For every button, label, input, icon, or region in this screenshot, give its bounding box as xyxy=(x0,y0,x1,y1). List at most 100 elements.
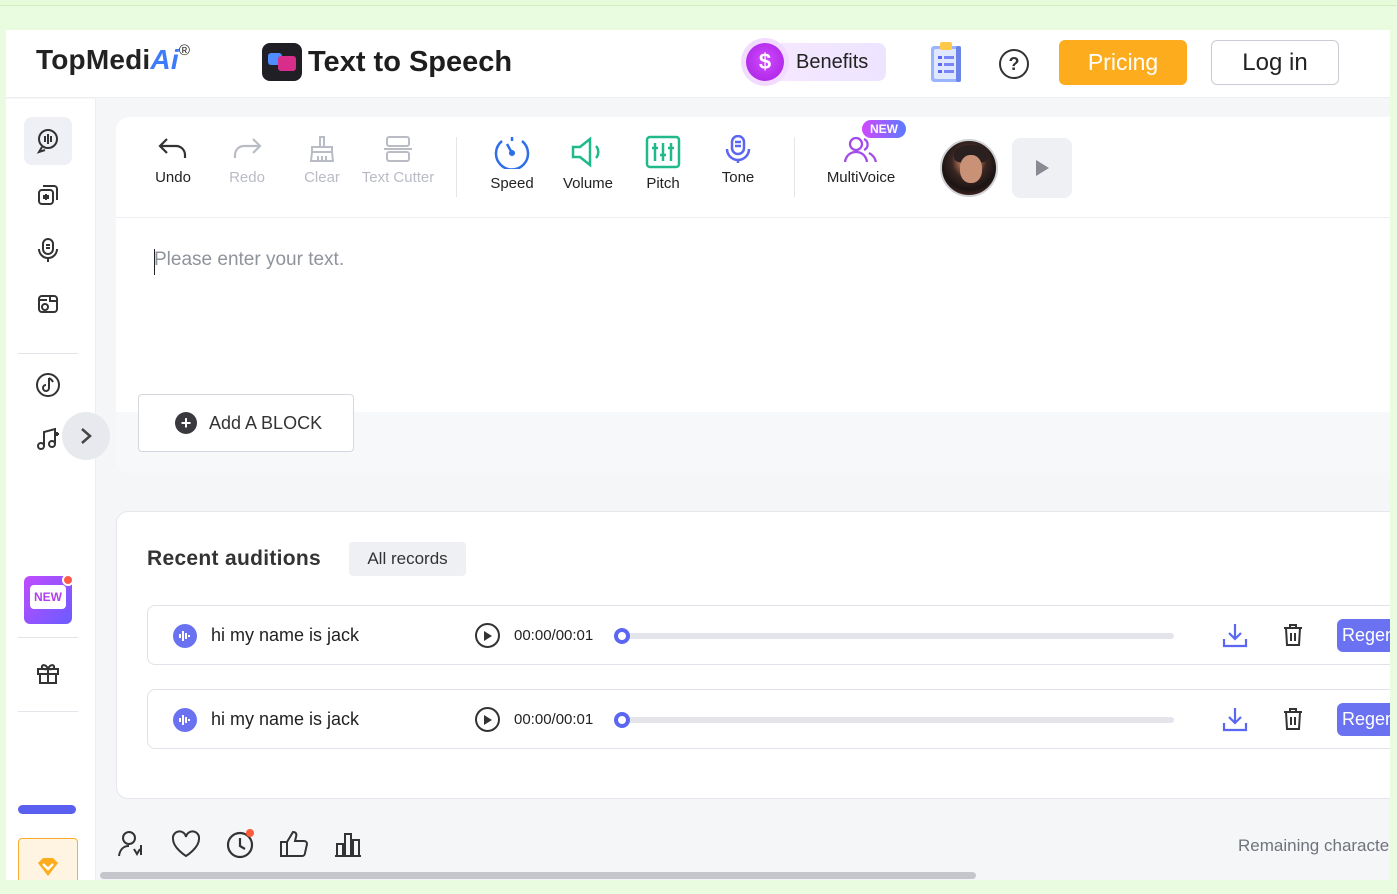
app-window: TopMediAi® Text to Speech $ Benefits ? P… xyxy=(6,30,1390,880)
notification-dot xyxy=(62,574,74,586)
clipboard-icon[interactable] xyxy=(928,40,964,84)
all-records-button[interactable]: All records xyxy=(349,542,466,576)
plus-icon: + xyxy=(175,412,197,434)
add-block-button[interactable]: + Add A BLOCK xyxy=(138,394,354,452)
audio-progress-handle[interactable] xyxy=(614,628,630,644)
logo-text: TopMedi xyxy=(36,44,151,75)
dollar-icon: $ xyxy=(746,43,784,81)
recent-auditions-title: Recent auditions xyxy=(147,547,321,570)
clear-label: Clear xyxy=(304,169,340,186)
play-audio-button[interactable] xyxy=(475,623,500,648)
text-input-area[interactable]: Please enter your text. xyxy=(116,218,1390,412)
regenerate-button[interactable]: Regenerate xyxy=(1337,703,1390,736)
sidebar-voice-changer-icon[interactable] xyxy=(24,171,72,219)
volume-button[interactable]: Volume xyxy=(556,135,620,192)
redo-label: Redo xyxy=(229,169,265,186)
equalizer-icon xyxy=(645,135,681,169)
download-icon[interactable] xyxy=(1221,621,1249,649)
voice-clone-icon[interactable] xyxy=(116,828,148,860)
benefits-button[interactable]: $ Benefits xyxy=(746,43,886,81)
trash-icon[interactable] xyxy=(1282,623,1304,647)
remaining-characters: Remaining characters xyxy=(1238,836,1390,855)
diamond-icon xyxy=(38,858,58,876)
play-icon xyxy=(1036,160,1049,176)
speed-button[interactable]: Speed xyxy=(480,135,544,192)
sidebar-microphone-icon[interactable] xyxy=(24,226,72,274)
heart-icon[interactable] xyxy=(170,828,202,860)
play-audio-button[interactable] xyxy=(475,707,500,732)
text-cutter-label: Text Cutter xyxy=(361,169,435,186)
speedometer-icon xyxy=(494,137,530,169)
expand-sidebar-button[interactable] xyxy=(62,412,110,460)
text-to-speech-icon xyxy=(262,43,302,81)
sidebar-divider xyxy=(18,637,78,638)
clear-button[interactable]: Clear xyxy=(290,135,354,186)
text-cutter-icon xyxy=(384,136,412,162)
undo-button[interactable]: Undo xyxy=(141,135,205,186)
preview-play-button[interactable] xyxy=(1012,138,1072,198)
brand-logo[interactable]: TopMediAi® xyxy=(36,41,191,76)
registered-mark: ® xyxy=(178,41,191,59)
play-icon xyxy=(483,714,492,725)
bar-chart-icon[interactable] xyxy=(332,828,364,860)
audition-row: hi my name is jack 00:00/00:01 Regenerat… xyxy=(147,689,1390,749)
download-icon[interactable] xyxy=(1221,705,1249,733)
tone-button[interactable]: Tone xyxy=(706,135,770,186)
tone-label: Tone xyxy=(721,169,755,186)
trash-icon[interactable] xyxy=(1282,707,1304,731)
footer-toolbar xyxy=(116,827,364,861)
audio-progress-track[interactable] xyxy=(618,633,1174,639)
notification-dot xyxy=(246,829,254,837)
pitch-label: Pitch xyxy=(646,175,680,192)
sidebar-image-edit-icon[interactable] xyxy=(24,280,72,328)
multi-user-icon xyxy=(844,136,878,163)
audio-progress-handle[interactable] xyxy=(614,712,630,728)
benefits-label: Benefits xyxy=(796,50,869,73)
editor-toolbar: Undo Redo Clear Text Cutter Speed Volume… xyxy=(116,117,1390,218)
text-caret xyxy=(154,249,155,275)
audio-time: 00:00/00:01 xyxy=(514,627,594,644)
history-icon[interactable] xyxy=(224,828,256,860)
pitch-button[interactable]: Pitch xyxy=(631,135,695,192)
page-title-label: Text to Speech xyxy=(308,45,513,78)
sidebar-tts-icon[interactable] xyxy=(24,117,72,165)
multivoice-button[interactable]: MultiVoice xyxy=(827,135,895,186)
redo-button[interactable]: Redo xyxy=(215,135,279,186)
sidebar-divider xyxy=(18,711,78,712)
audio-progress-track[interactable] xyxy=(618,717,1174,723)
undo-icon xyxy=(158,138,187,158)
chevron-right-icon xyxy=(81,428,92,444)
audition-text: hi my name is jack xyxy=(211,709,360,729)
text-cutter-button[interactable]: Text Cutter xyxy=(362,135,434,186)
regenerate-button[interactable]: Regenerate xyxy=(1337,619,1390,652)
undo-label: Undo xyxy=(155,169,191,186)
logo-ai-text: Ai xyxy=(150,44,179,75)
new-feature-badge[interactable]: NEW xyxy=(24,574,74,624)
page-title: Text to Speech xyxy=(262,43,513,81)
play-icon xyxy=(483,630,492,641)
sidebar-music-note-icon[interactable] xyxy=(24,361,72,409)
login-button[interactable]: Log in xyxy=(1211,40,1339,85)
new-badge-label: NEW xyxy=(30,585,66,609)
help-icon[interactable]: ? xyxy=(999,49,1029,79)
redo-icon xyxy=(233,138,262,158)
toolbar-separator xyxy=(456,137,457,197)
sidebar-gift-icon[interactable] xyxy=(24,649,72,697)
thumbs-up-icon[interactable] xyxy=(278,828,310,860)
editor-card: Undo Redo Clear Text Cutter Speed Volume… xyxy=(116,117,1390,473)
waveform-icon xyxy=(173,624,197,648)
add-block-label: Add A BLOCK xyxy=(209,412,323,433)
top-header: TopMediAi® Text to Speech $ Benefits ? P… xyxy=(6,30,1390,98)
pricing-button[interactable]: Pricing xyxy=(1059,40,1187,85)
voice-avatar[interactable] xyxy=(940,139,998,197)
waveform-icon xyxy=(173,708,197,732)
horizontal-scrollbar[interactable] xyxy=(100,872,976,879)
toolbar-separator xyxy=(794,137,795,197)
usage-bar xyxy=(18,805,76,814)
speed-label: Speed xyxy=(490,175,534,192)
volume-label: Volume xyxy=(562,175,614,192)
left-sidebar: NEW xyxy=(6,99,96,880)
premium-upgrade-button[interactable] xyxy=(18,838,78,880)
audio-time: 00:00/00:01 xyxy=(514,711,594,728)
sidebar-divider xyxy=(18,353,78,354)
